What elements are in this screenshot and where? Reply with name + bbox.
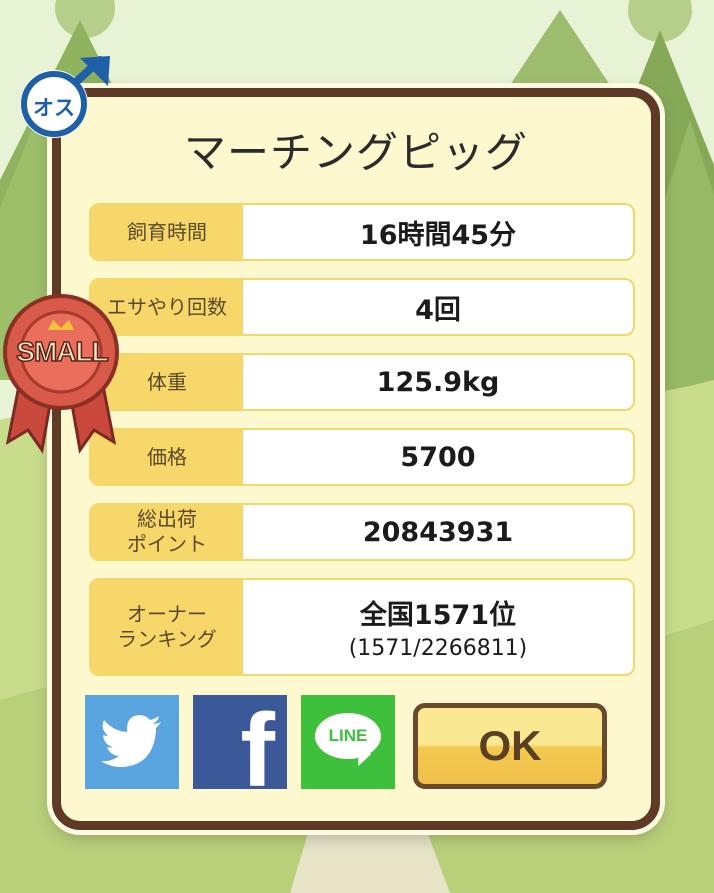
ribbon-award-icon [3,294,119,454]
line-label: LINE [328,726,368,745]
gender-label: オス [33,96,75,120]
male-gender-badge: オス [10,56,114,142]
row-value: 4回 [415,294,461,326]
row-label: 総出荷 ポイント [91,505,243,559]
pig-result-dialog: マーチングピッグ 飼育時間 16時間45分 エサやり回数 4回 体重 125.9… [52,88,660,830]
row-weight: 体重 125.9kg [89,353,635,411]
row-value: 20843931 [362,516,514,548]
row-value: 5700 [400,441,476,473]
twitter-share-button[interactable] [85,695,179,789]
row-breeding-time: 飼育時間 16時間45分 [89,203,635,261]
size-award-badge: SMALL [0,290,124,460]
row-value: 125.9kg [376,366,500,398]
twitter-bird-icon [101,715,161,767]
facebook-f-icon: f [240,695,275,789]
ranking-detail: (1571/2266811) [348,636,528,661]
row-price: 価格 5700 [89,428,635,486]
size-label: SMALL [16,335,110,368]
row-value: 16時間45分 [359,219,517,251]
row-label: 飼育時間 [91,205,243,259]
row-owner-ranking: オーナー ランキング 全国1571位 (1571/2266811) [89,578,635,676]
row-value: 全国1571位 (1571/2266811) [243,580,633,674]
ranking-value: 全国1571位 [359,600,517,631]
row-shipping-points: 総出荷 ポイント 20843931 [89,503,635,561]
line-share-button[interactable]: LINE [301,695,395,789]
row-label: オーナー ランキング [91,580,243,674]
line-speech-bubble-icon: LINE [315,713,381,771]
pig-name-title: マーチングピッグ [183,128,528,177]
ok-button[interactable]: OK [413,703,607,789]
row-feeding-count: エサやり回数 4回 [89,278,635,336]
facebook-share-button[interactable]: f [193,695,287,789]
